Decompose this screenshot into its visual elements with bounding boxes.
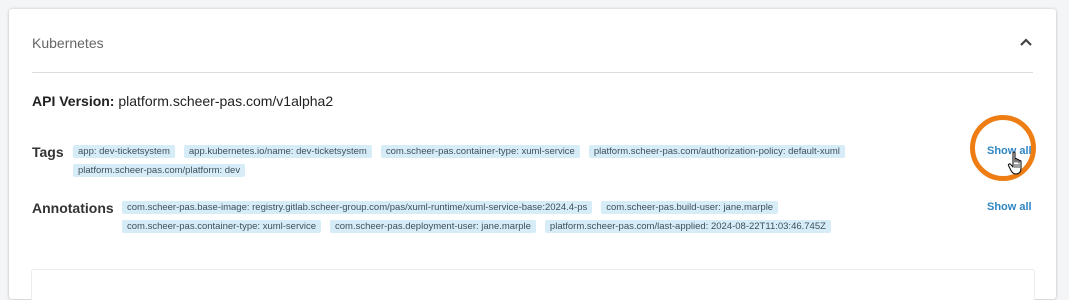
annotation-chip: com.scheer-pas.build-user: jane.marple xyxy=(601,201,779,214)
annotation-chip: com.scheer-pas.deployment-user: jane.mar… xyxy=(330,220,536,233)
api-version-line: API Version: platform.scheer-pas.com/v1a… xyxy=(32,93,333,109)
section-header[interactable]: Kubernetes xyxy=(32,32,1033,73)
tag-chip: app.kubernetes.io/name: dev-ticketsystem xyxy=(183,145,372,158)
tag-chip: com.scheer-pas.container-type: xuml-serv… xyxy=(380,145,580,158)
chevron-up-icon[interactable] xyxy=(1019,36,1033,48)
tag-chip: platform.scheer-pas.com/platform: dev xyxy=(73,164,246,177)
section-title: Kubernetes xyxy=(32,35,104,51)
annotations-show-all-link[interactable]: Show all xyxy=(987,201,1032,213)
api-version-value: platform.scheer-pas.com/v1alpha2 xyxy=(114,93,334,109)
next-section-panel xyxy=(31,269,1035,300)
kubernetes-card: Kubernetes API Version: platform.scheer-… xyxy=(9,9,1056,300)
annotation-chip: platform.scheer-pas.com/last-applied: 20… xyxy=(544,220,831,233)
hand-pointer-cursor-icon xyxy=(1007,151,1022,175)
tags-label: Tags xyxy=(32,144,64,160)
annotation-chip: com.scheer-pas.base-image: registry.gitl… xyxy=(122,201,593,214)
tags-chip-list: app: dev-ticketsystem app.kubernetes.io/… xyxy=(73,145,953,177)
api-version-label: API Version: xyxy=(32,93,115,109)
tag-chip: app: dev-ticketsystem xyxy=(73,145,175,158)
annotations-label: Annotations xyxy=(32,200,114,216)
annotation-chip: com.scheer-pas.container-type: xuml-serv… xyxy=(122,220,322,233)
tag-chip: platform.scheer-pas.com/authorization-po… xyxy=(588,145,845,158)
annotations-chip-list: com.scheer-pas.base-image: registry.gitl… xyxy=(122,201,902,233)
